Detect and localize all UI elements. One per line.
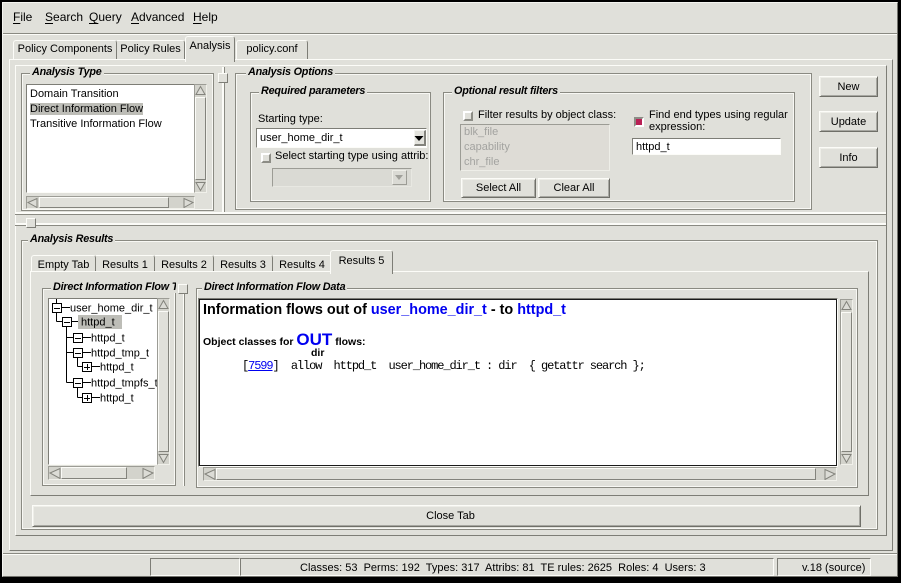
- svg-text:httpd_tmp_t: httpd_tmp_t: [91, 348, 149, 360]
- svg-text:httpd_t: httpd_t: [100, 362, 134, 374]
- svg-text:httpd_t: httpd_t: [91, 333, 125, 345]
- svg-text:httpd_t: httpd_t: [100, 393, 134, 405]
- svg-text:user_home_dir_t: user_home_dir_t: [70, 303, 153, 315]
- svg-text:httpd_t: httpd_t: [81, 317, 115, 329]
- svg-text:httpd_tmpfs_t: httpd_tmpfs_t: [91, 378, 157, 390]
